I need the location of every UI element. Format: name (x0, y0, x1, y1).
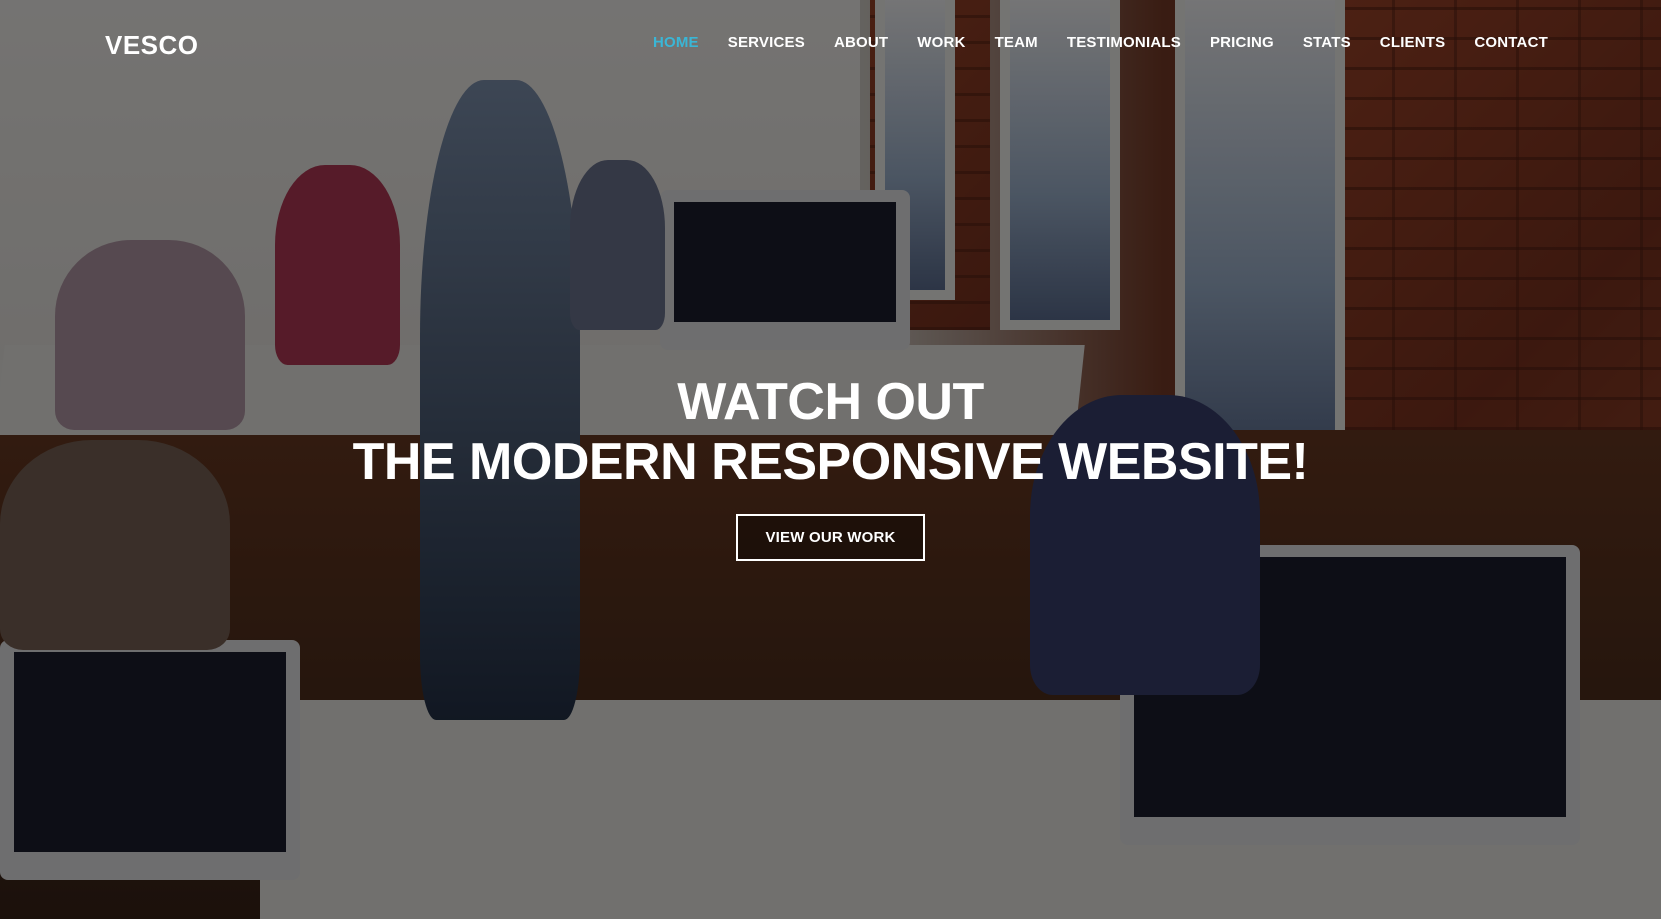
nav-item-services[interactable]: SERVICES (728, 34, 805, 51)
top-navbar: VESCO HOME SERVICES ABOUT WORK TEAM TEST… (0, 0, 1661, 90)
view-our-work-button[interactable]: VIEW OUR WORK (736, 514, 925, 561)
nav-item-home[interactable]: HOME (653, 34, 699, 51)
nav-item-work[interactable]: WORK (917, 34, 965, 51)
nav-item-testimonials[interactable]: TESTIMONIALS (1067, 34, 1181, 51)
hero-section: VESCO HOME SERVICES ABOUT WORK TEAM TEST… (0, 0, 1661, 919)
nav-item-clients[interactable]: CLIENTS (1380, 34, 1446, 51)
brand-logo[interactable]: VESCO (105, 30, 199, 61)
hero-headline-line-2: THE MODERN RESPONSIVE WEBSITE! (352, 433, 1309, 491)
hero-content: WATCH OUT THE MODERN RESPONSIVE WEBSITE!… (0, 372, 1661, 561)
nav-item-stats[interactable]: STATS (1303, 34, 1351, 51)
hero-headline-line-1: WATCH OUT (677, 373, 984, 431)
nav-menu: HOME SERVICES ABOUT WORK TEAM TESTIMONIA… (624, 34, 1548, 51)
nav-item-about[interactable]: ABOUT (834, 34, 888, 51)
hero-headline: WATCH OUT THE MODERN RESPONSIVE WEBSITE! (0, 372, 1661, 492)
nav-item-pricing[interactable]: PRICING (1210, 34, 1274, 51)
nav-item-contact[interactable]: CONTACT (1474, 34, 1548, 51)
nav-item-team[interactable]: TEAM (995, 34, 1038, 51)
